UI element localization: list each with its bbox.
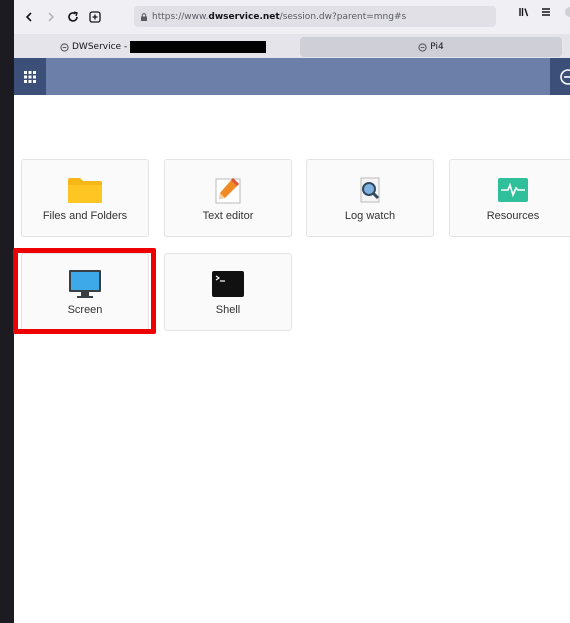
- reload-icon: [68, 11, 78, 22]
- app-tile-text-editor[interactable]: Text editor: [164, 159, 292, 237]
- app-header-bar: [14, 58, 570, 95]
- circle-minus-icon: [560, 68, 570, 85]
- back-icon: [25, 12, 32, 22]
- library-icon[interactable]: [518, 6, 530, 18]
- url-bar[interactable]: https://www. dwservice.net/session.dw?par…: [134, 6, 496, 27]
- app-tile-label: Text editor: [202, 210, 254, 222]
- text-editor-icon: [215, 178, 241, 204]
- main-content: Files and Folders Text editor Log watch: [13, 95, 570, 623]
- redacted-text: [130, 41, 267, 53]
- log-watch-icon: [360, 177, 380, 203]
- tab-label: DWService -: [72, 42, 128, 52]
- menu-icon[interactable]: [540, 6, 552, 18]
- app-tile-log-watch[interactable]: Log watch: [306, 159, 434, 237]
- resources-icon: [498, 178, 528, 202]
- close-icon[interactable]: [562, 6, 570, 18]
- appbar-action-button[interactable]: [550, 58, 570, 95]
- app-tile-files-and-folders[interactable]: Files and Folders: [21, 159, 149, 237]
- new-tab-button[interactable]: [84, 6, 106, 28]
- tab-pi4[interactable]: Pi4: [300, 37, 562, 57]
- dwservice-favicon-icon: [418, 42, 427, 52]
- app-tile-shell[interactable]: Shell: [164, 253, 292, 331]
- url-prefix: https://www.: [152, 11, 209, 22]
- url-path: /session.dw?parent=mng#s: [279, 11, 407, 22]
- back-button[interactable]: [18, 6, 40, 28]
- lock-icon: [141, 12, 147, 21]
- app-tile-label: Resources: [486, 210, 540, 222]
- tab-strip: DWService - Pi4: [14, 34, 570, 58]
- tab-label: Pi4: [430, 42, 444, 52]
- app-tile-label: Log watch: [344, 210, 396, 222]
- url-domain: dwservice.net: [208, 11, 280, 22]
- reload-button[interactable]: [62, 6, 84, 28]
- toolbar-right: [518, 6, 570, 18]
- dwservice-favicon-icon: [60, 42, 69, 52]
- app-tile-label: Shell: [215, 304, 241, 316]
- shell-icon: [212, 271, 244, 297]
- window-left-edge: [0, 0, 14, 623]
- grid-icon: [24, 70, 36, 83]
- forward-button[interactable]: [40, 6, 62, 28]
- browser-toolbar: https://www. dwservice.net/session.dw?par…: [14, 0, 570, 35]
- folder-icon: [68, 178, 102, 203]
- plus-box-icon: [89, 11, 101, 23]
- app-tile-label: Files and Folders: [42, 210, 128, 222]
- forward-icon: [48, 12, 55, 22]
- app-tile-screen[interactable]: Screen: [21, 253, 149, 331]
- app-tile-resources[interactable]: Resources: [449, 159, 570, 237]
- apps-menu-button[interactable]: [14, 58, 46, 95]
- screen-icon: [69, 270, 101, 298]
- app-tile-label: Screen: [67, 304, 103, 316]
- tab-dwservice[interactable]: DWService -: [14, 37, 300, 57]
